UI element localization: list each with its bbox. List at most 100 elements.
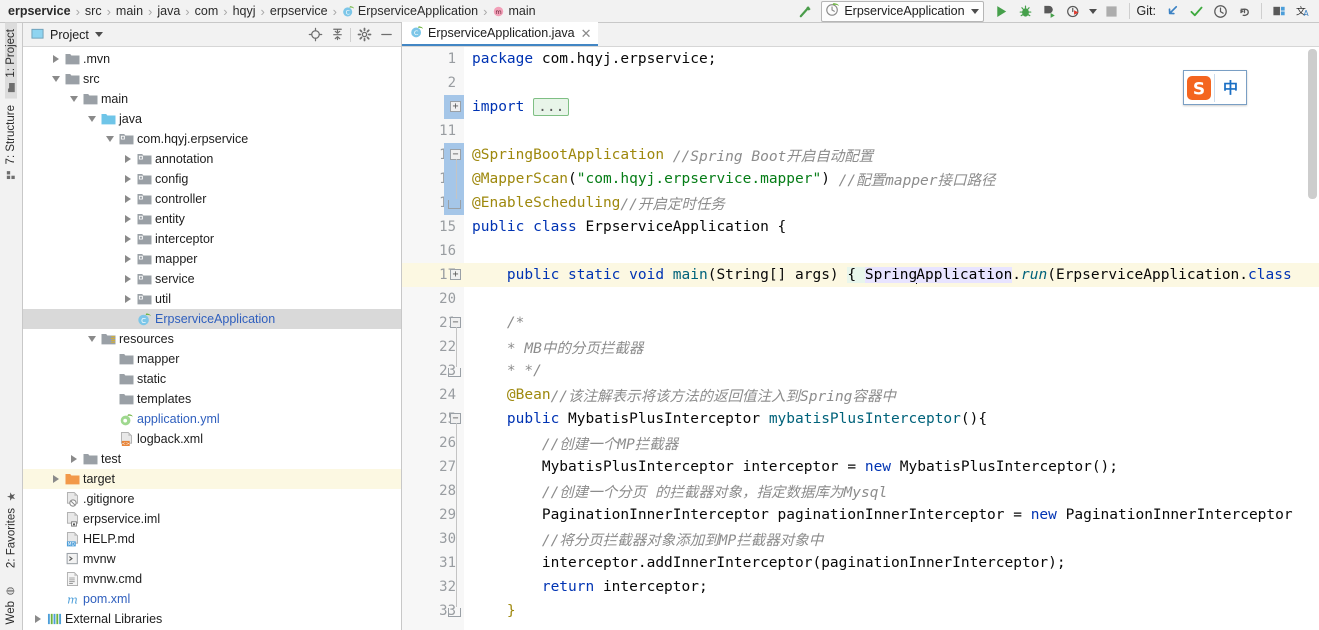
search-everywhere-icon[interactable] [1267, 0, 1291, 22]
tree-item-util[interactable]: util [23, 289, 401, 309]
collapse-all-icon[interactable] [326, 24, 348, 46]
tree-item-application-yml[interactable]: application.yml [23, 409, 401, 429]
close-icon[interactable]: ✕ [581, 27, 592, 40]
tree-item-logback-xml[interactable]: <> logback.xml [23, 429, 401, 449]
hide-icon[interactable] [375, 24, 397, 46]
tree-item-config[interactable]: config [23, 169, 401, 189]
tree-item-mapper[interactable]: mapper [23, 349, 401, 369]
translate-icon[interactable]: 文A [1291, 0, 1315, 22]
locate-icon[interactable] [304, 24, 326, 46]
editor-tab[interactable]: C ErpserviceApplication.java ✕ [402, 22, 598, 46]
code-line[interactable]: * MB中的分页拦截器 [464, 335, 1319, 359]
code-editor[interactable]: 1231112131415161720212223242526272829303… [402, 47, 1319, 630]
code-line[interactable]: } [464, 599, 1319, 623]
chevron-down-icon[interactable] [85, 336, 99, 342]
chevron-right-icon[interactable] [121, 175, 135, 183]
breadcrumb-item-main[interactable]: main [116, 0, 143, 22]
profiler-dropdown-icon[interactable] [1086, 0, 1100, 22]
sidebar-item-structure[interactable]: 7: Structure [5, 99, 17, 185]
chevron-down-icon[interactable] [970, 8, 979, 14]
code-line[interactable] [464, 119, 1319, 143]
commit-icon[interactable] [1184, 0, 1208, 22]
chevron-right-icon[interactable] [49, 475, 63, 483]
editor-gutter[interactable]: 1231112131415161720212223242526272829303… [402, 47, 481, 630]
breadcrumb-item-erpserviceapplication[interactable]: C ErpserviceApplication [342, 0, 478, 22]
tree-item-pom-xml[interactable]: m pom.xml [23, 589, 401, 609]
code-line[interactable]: //创建一个MP拦截器 [464, 431, 1319, 455]
code-line[interactable]: @Bean//该注解表示将该方法的返回值注入到Spring容器中 [464, 383, 1319, 407]
chevron-right-icon[interactable] [121, 295, 135, 303]
fold-end-icon[interactable] [448, 200, 461, 209]
code-line[interactable]: package com.hqyj.erpservice; [464, 47, 1319, 71]
editor-text[interactable]: package com.hqyj.erpservice; import ... @S… [464, 47, 1319, 630]
breadcrumb-item-hqyj[interactable]: hqyj [233, 0, 256, 22]
chevron-down-icon[interactable] [67, 96, 81, 102]
history-icon[interactable] [1208, 0, 1232, 22]
fold-expand-icon[interactable]: + [450, 269, 461, 280]
breadcrumb-item-erpservice[interactable]: erpservice [270, 0, 328, 22]
chevron-down-icon[interactable] [94, 32, 103, 37]
sogou-mode-label[interactable]: 中 [1215, 77, 1246, 98]
tree-item-mvnw-cmd[interactable]: mvnw.cmd [23, 569, 401, 589]
settings-gear-icon[interactable] [353, 24, 375, 46]
tree-item-mapper[interactable]: mapper [23, 249, 401, 269]
tree-item-com-hqyj-erpservice[interactable]: com.hqyj.erpservice [23, 129, 401, 149]
breadcrumb-item-com[interactable]: com [195, 0, 219, 22]
chevron-down-icon[interactable] [49, 76, 63, 82]
rollback-icon[interactable] [1232, 0, 1256, 22]
tree-item-main[interactable]: main [23, 89, 401, 109]
tree-item-target[interactable]: target [23, 469, 401, 489]
code-line[interactable]: //创建一个分页 的拦截器对象，指定数据库为Mysql [464, 479, 1319, 503]
code-line[interactable]: public class ErpserviceApplication { [464, 215, 1319, 239]
code-line[interactable]: @EnableScheduling//开启定时任务 [464, 191, 1319, 215]
tree-item-external-libraries[interactable]: External Libraries [23, 609, 401, 629]
tree-item-controller[interactable]: controller [23, 189, 401, 209]
sidebar-item-favorites[interactable]: 2: Favorites ★ [5, 484, 18, 574]
code-line[interactable]: //将分页拦截器对象添加到MP拦截器对象中 [464, 527, 1319, 551]
tree-item-static[interactable]: static [23, 369, 401, 389]
code-line[interactable]: @MapperScan("com.hqyj.erpservice.mapper"… [464, 167, 1319, 191]
hammer-icon[interactable] [793, 0, 817, 22]
breadcrumb-item-main[interactable]: m main [492, 0, 536, 22]
scrollbar-thumb[interactable] [1308, 49, 1317, 199]
chevron-down-icon[interactable] [103, 136, 117, 142]
fold-end-icon[interactable] [448, 608, 461, 617]
chevron-right-icon[interactable] [49, 55, 63, 63]
breadcrumb-item-erpservice[interactable]: erpservice [8, 0, 71, 22]
sidebar-item-project[interactable]: 1: Project [5, 23, 17, 99]
editor-scrollbar[interactable] [1305, 47, 1319, 630]
update-project-icon[interactable] [1160, 0, 1184, 22]
tree-item-service[interactable]: service [23, 269, 401, 289]
tree-item-templates[interactable]: templates [23, 389, 401, 409]
chevron-down-icon[interactable] [85, 116, 99, 122]
code-line[interactable]: interceptor.addInnerInterceptor(paginati… [464, 551, 1319, 575]
tree-item-entity[interactable]: entity [23, 209, 401, 229]
code-line[interactable]: PaginationInnerInterceptor paginationInn… [464, 503, 1319, 527]
tree-item-test[interactable]: test [23, 449, 401, 469]
fold-expand-icon[interactable]: + [450, 101, 461, 112]
tree-item--mvn[interactable]: .mvn [23, 49, 401, 69]
chevron-right-icon[interactable] [121, 255, 135, 263]
tree-item-resources[interactable]: resources [23, 329, 401, 349]
code-line[interactable]: * */ [464, 359, 1319, 383]
sogou-ime-widget[interactable]: S 中 [1183, 70, 1247, 105]
chevron-right-icon[interactable] [67, 455, 81, 463]
breadcrumb-item-src[interactable]: src [85, 0, 102, 22]
project-tree[interactable]: .mvn src main java com.hqyj.erpservice annota… [23, 47, 401, 630]
tree-item-java[interactable]: java [23, 109, 401, 129]
chevron-right-icon[interactable] [121, 215, 135, 223]
tree-item-erpservice-iml[interactable]: erpservice.iml [23, 509, 401, 529]
code-line[interactable]: public MybatisPlusInterceptor mybatisPlu… [464, 407, 1319, 431]
code-line[interactable] [464, 287, 1319, 311]
code-line[interactable]: return interceptor; [464, 575, 1319, 599]
code-line[interactable]: /* [464, 311, 1319, 335]
run-configuration-selector[interactable]: ErpserviceApplication [821, 0, 984, 22]
breadcrumb-item-java[interactable]: java [157, 0, 180, 22]
tree-item-help-md[interactable]: MD HELP.md [23, 529, 401, 549]
chevron-right-icon[interactable] [121, 275, 135, 283]
profiler-icon[interactable] [1062, 0, 1086, 22]
code-line[interactable]: @SpringBootApplication //Spring Boot开启自动… [464, 143, 1319, 167]
run-icon[interactable] [990, 0, 1014, 22]
tree-item-annotation[interactable]: annotation [23, 149, 401, 169]
chevron-right-icon[interactable] [121, 235, 135, 243]
